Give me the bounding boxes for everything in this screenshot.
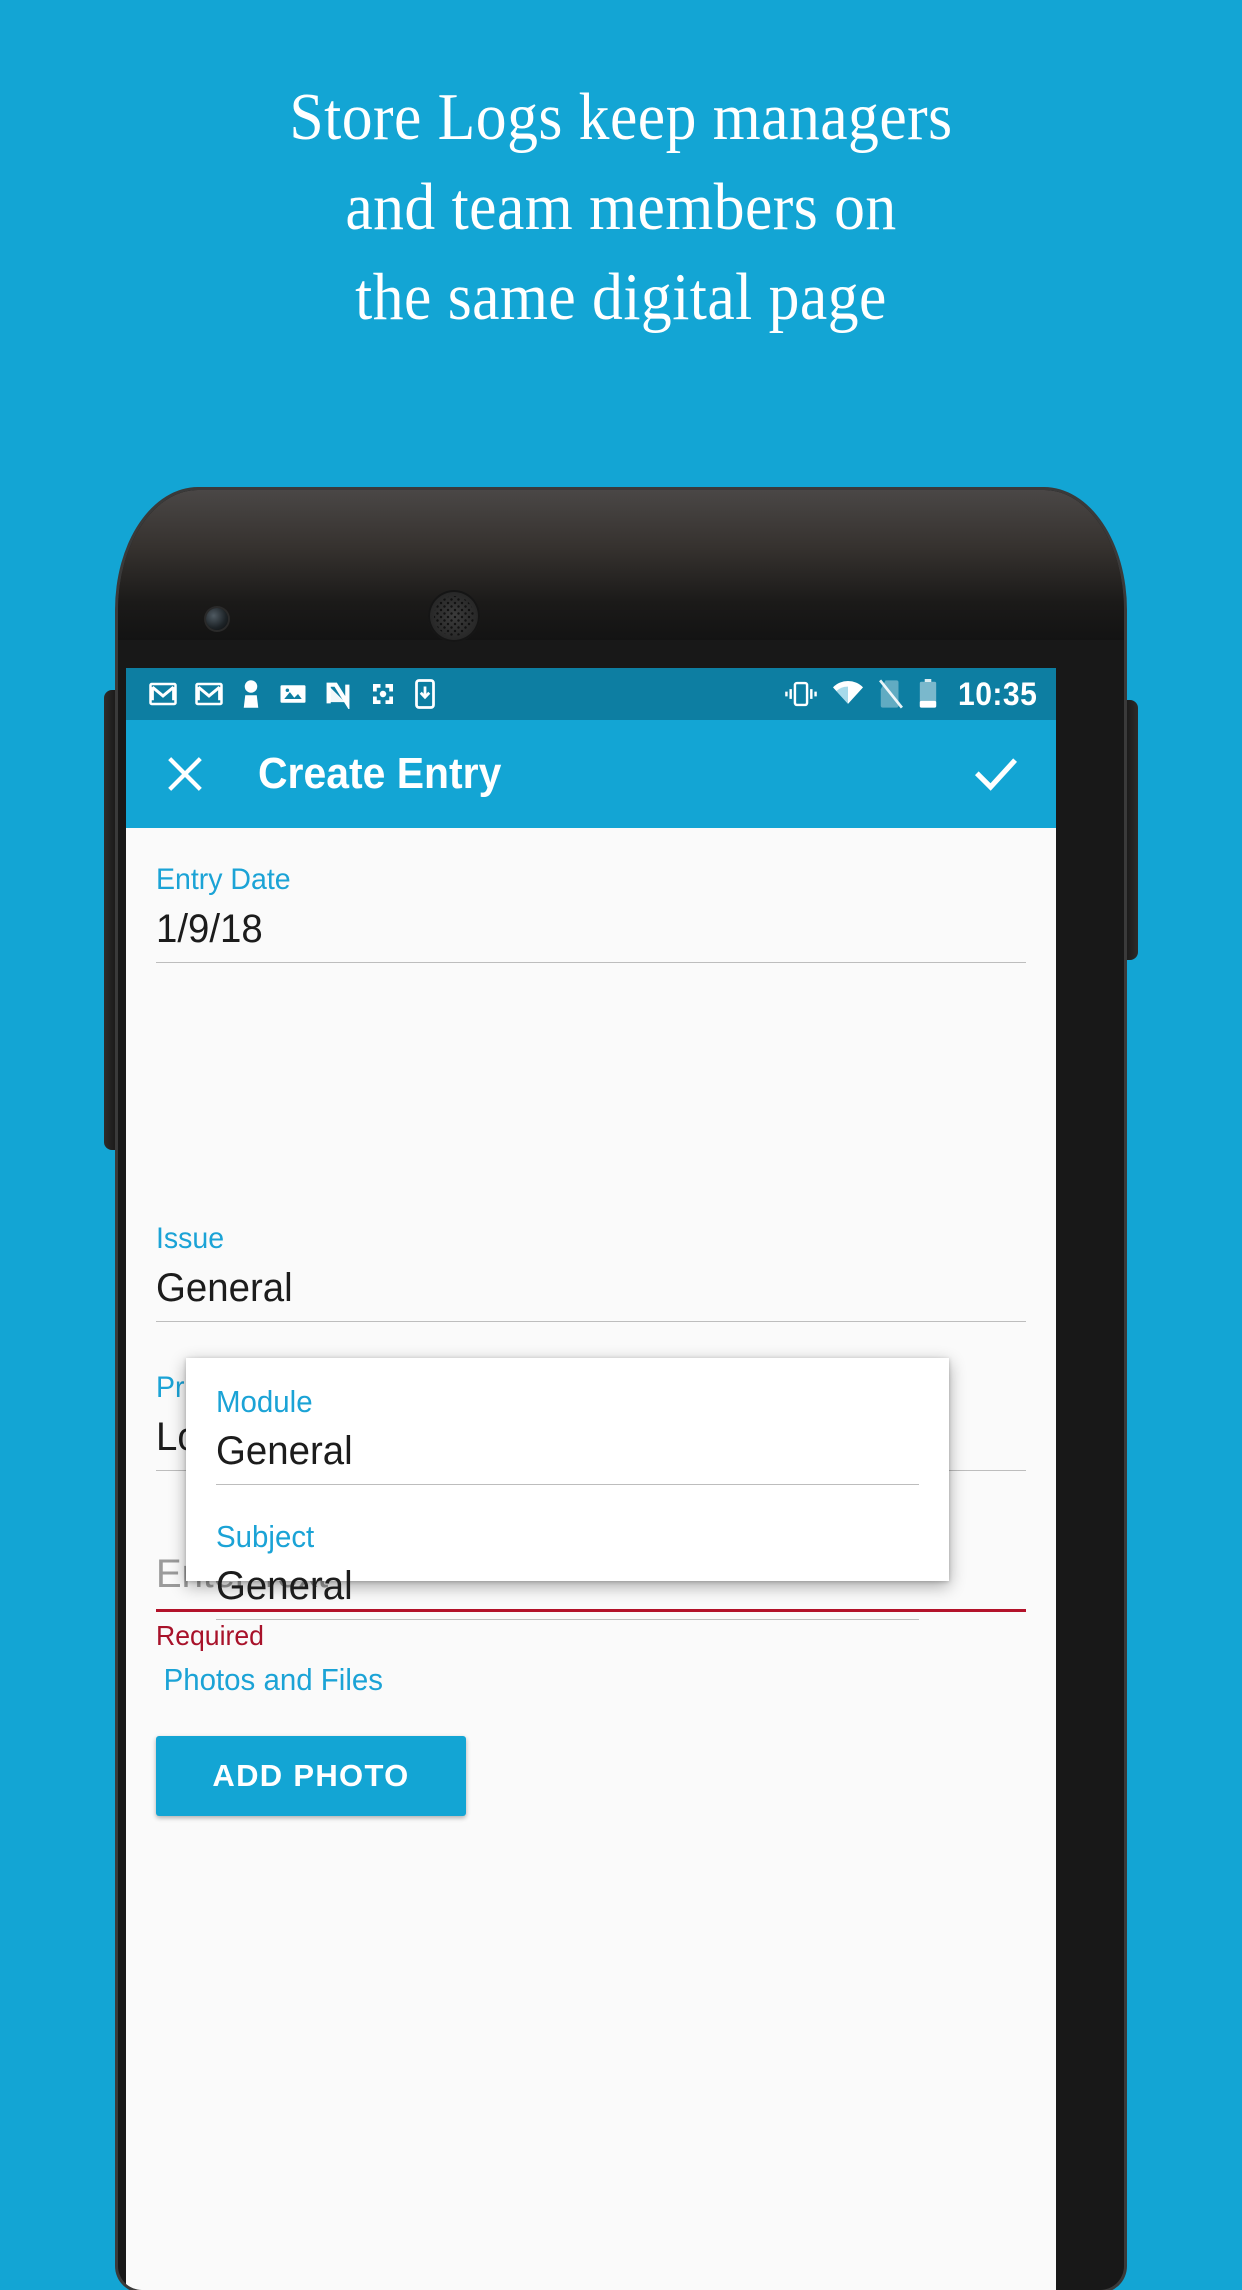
photos-and-files-label: Photos and Files	[163, 1662, 383, 1697]
field-value-subject: General	[216, 1564, 353, 1608]
status-bar-system-icons: 10:35	[784, 676, 1042, 713]
app-toolbar: Create Entry	[126, 720, 1056, 828]
wifi-icon	[832, 681, 863, 704]
photo-icon	[280, 685, 306, 703]
battery-icon	[919, 679, 936, 708]
status-bar-clock: 10:35	[957, 675, 1037, 712]
status-bar-notification-icons	[148, 679, 784, 709]
promo-headline: Store Logs keep managers and team member…	[50, 72, 1193, 342]
field-label-entry-date: Entry Date	[156, 863, 291, 896]
field-label-subject: Subject	[216, 1519, 315, 1554]
page-title: Create Entry	[258, 749, 502, 798]
headline-line-2: and team members on	[345, 170, 897, 244]
confirm-button[interactable]	[970, 748, 1022, 800]
no-sim-icon	[878, 679, 903, 709]
close-button[interactable]	[162, 751, 208, 797]
create-entry-form: Entry Date 1/9/18 Issue General Priority…	[126, 828, 1056, 1816]
field-subject[interactable]: Subject General	[216, 1485, 919, 1620]
form-hidden-region	[156, 963, 1026, 1221]
phone-screen: 10:35 Create Entry Entry Date 1/9/18 Iss…	[126, 668, 1056, 2290]
field-underline	[216, 1619, 919, 1620]
flower-icon	[373, 684, 393, 704]
field-value-issue: General	[156, 1266, 293, 1310]
nimble-icon	[326, 682, 350, 709]
headline-line-3: the same digital page	[355, 260, 887, 334]
module-subject-overlay-card: Module General Subject General	[186, 1358, 949, 1620]
contact-icon	[243, 680, 259, 708]
status-bar: 10:35	[126, 668, 1056, 720]
app-download-icon	[415, 679, 435, 709]
field-value-entry-date: 1/9/18	[156, 907, 263, 951]
field-label-issue: Issue	[156, 1222, 225, 1255]
vibrate-icon	[784, 681, 817, 707]
checkmark-icon	[974, 758, 1018, 791]
gmail-icon	[195, 682, 223, 706]
add-photo-button[interactable]: ADD PHOTO	[156, 1736, 466, 1816]
phone-body: 10:35 Create Entry Entry Date 1/9/18 Iss…	[118, 490, 1124, 2290]
phone-mockup: 10:35 Create Entry Entry Date 1/9/18 Iss…	[104, 490, 1138, 2290]
close-icon	[168, 757, 202, 791]
front-camera-icon	[206, 608, 228, 630]
field-value-module: General	[216, 1429, 353, 1473]
gmail-icon	[149, 682, 177, 706]
field-label-module: Module	[216, 1384, 313, 1419]
field-issue[interactable]: Issue General	[156, 1221, 1026, 1322]
field-entry-date[interactable]: Entry Date 1/9/18	[156, 828, 1026, 963]
field-module[interactable]: Module General	[216, 1358, 919, 1485]
headline-line-1: Store Logs keep managers	[289, 80, 953, 154]
earpiece-speaker-icon	[428, 590, 480, 642]
